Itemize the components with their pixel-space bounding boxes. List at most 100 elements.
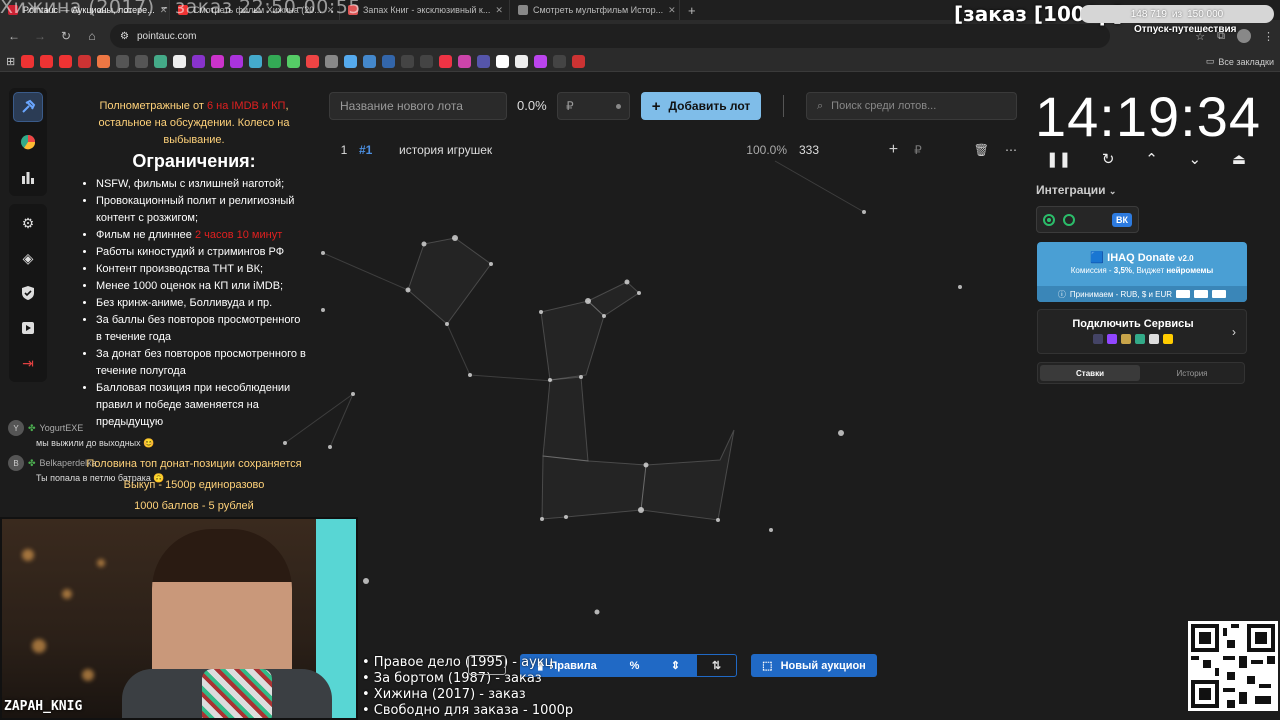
- all-bookmarks[interactable]: ▭ Все закладки: [1206, 56, 1274, 67]
- bookmark-icon[interactable]: [363, 55, 377, 68]
- video-icon[interactable]: [13, 313, 43, 343]
- bookmark-icon[interactable]: [534, 55, 548, 68]
- loop-icon: [1135, 334, 1145, 344]
- lot-row[interactable]: 1 #1 история игрушек 100.0% 333 + ₽ 🗑 ⋯: [329, 137, 1017, 163]
- bookmark-icon[interactable]: [211, 55, 225, 68]
- bookmark-icon[interactable]: [477, 55, 491, 68]
- bookmark-icon[interactable]: [59, 55, 73, 68]
- bar-chart-icon[interactable]: [13, 162, 43, 192]
- patreon-icon: [1121, 334, 1131, 344]
- plus-icon[interactable]: +: [889, 141, 898, 159]
- bookmark-icon[interactable]: [21, 55, 35, 68]
- bookmark-icon[interactable]: [116, 55, 130, 68]
- pause-icon[interactable]: ❚❚: [1046, 150, 1071, 168]
- close-icon[interactable]: ✕: [495, 5, 503, 16]
- forward-icon[interactable]: →: [32, 29, 48, 43]
- split-toggle[interactable]: ⇕: [655, 654, 696, 677]
- tab-books[interactable]: Запах Книг - эксклюзивный к... ✕: [340, 0, 510, 20]
- sort-toggle[interactable]: ⇅: [696, 654, 737, 677]
- tab-history[interactable]: История: [1142, 365, 1242, 381]
- chevron-up-icon[interactable]: ⌃: [1145, 150, 1158, 168]
- connect-services-card[interactable]: Подключить Сервисы ›: [1037, 309, 1247, 354]
- bookmark-icon[interactable]: [515, 55, 529, 68]
- chat-username: YogurtEXE: [39, 423, 84, 433]
- bookmark-icon[interactable]: [382, 55, 396, 68]
- site-info-icon[interactable]: ⚙: [120, 31, 129, 42]
- bookmark-icon[interactable]: [40, 55, 54, 68]
- bookmark-icon[interactable]: [572, 55, 586, 68]
- bookmark-icon[interactable]: [78, 55, 92, 68]
- bookmark-icon[interactable]: [287, 55, 301, 68]
- menu-icon[interactable]: ⋮: [1263, 30, 1274, 43]
- bookmark-icon[interactable]: [97, 55, 111, 68]
- eject-icon[interactable]: ⏏: [1232, 150, 1246, 168]
- logout-icon[interactable]: ⇥: [13, 348, 43, 378]
- back-icon[interactable]: ←: [6, 29, 22, 43]
- lot-name-input[interactable]: Название нового лота: [329, 92, 507, 120]
- tab-bets[interactable]: Ставки: [1040, 365, 1140, 381]
- rules-overlay: Полнометражные от 6 на IMDB и КП, осталь…: [80, 98, 308, 431]
- add-lot-label: Добавить лот: [668, 99, 751, 113]
- vk-icon[interactable]: ВК: [1112, 212, 1132, 227]
- lot-search-input[interactable]: ⌕ Поиск среди лотов...: [806, 92, 1017, 120]
- lot-amount-input[interactable]: ₽: [557, 92, 630, 120]
- new-auction-button[interactable]: ⬚ Новый аукцион: [751, 654, 877, 677]
- chat-message: Y ✤ YogurtEXE мы выжили до выходных 😊: [8, 420, 198, 449]
- bookmark-icon[interactable]: [154, 55, 168, 68]
- lot-percent: 100.0%: [746, 143, 787, 157]
- currency-symbol: ₽: [566, 99, 574, 113]
- close-icon[interactable]: ✕: [668, 5, 676, 16]
- x-icon: [1149, 334, 1159, 344]
- status-idle-icon: [1063, 213, 1075, 226]
- new-tab-button[interactable]: +: [680, 3, 704, 18]
- bets-tabs: Ставки История: [1037, 362, 1245, 384]
- reload-icon[interactable]: ↻: [58, 29, 74, 43]
- more-icon[interactable]: ⋯: [1005, 143, 1017, 157]
- status-active-icon: [1043, 213, 1055, 226]
- bookmark-icon[interactable]: [439, 55, 453, 68]
- flag-icon: 🟦: [1090, 252, 1105, 264]
- chevron-down-icon[interactable]: ⌄: [1189, 150, 1202, 168]
- bookmark-icon[interactable]: [458, 55, 472, 68]
- gavel-icon[interactable]: [13, 92, 43, 122]
- pie-chart-icon[interactable]: [13, 127, 43, 157]
- bookmark-icon[interactable]: [268, 55, 282, 68]
- rule-item: NSFW, фильмы с излишней наготой;: [96, 176, 308, 193]
- bookmark-icon[interactable]: [249, 55, 263, 68]
- layers-icon[interactable]: ◈: [13, 243, 43, 273]
- percent-toggle[interactable]: %: [614, 654, 655, 677]
- integrations-box[interactable]: ВК: [1036, 206, 1139, 233]
- shield-icon[interactable]: [13, 278, 43, 308]
- bookmark-icon[interactable]: [344, 55, 358, 68]
- add-lot-button[interactable]: + Добавить лот: [641, 92, 761, 120]
- rules-list: NSFW, фильмы с излишней наготой; Провока…: [80, 176, 308, 431]
- gear-icon[interactable]: ⚙: [13, 208, 43, 238]
- bookmark-icon[interactable]: [553, 55, 567, 68]
- clover-icon: ✤: [28, 457, 36, 468]
- bookmark-icon[interactable]: [420, 55, 434, 68]
- tab-cartoon[interactable]: Смотреть мультфильм Истор... ✕: [510, 0, 680, 20]
- integrations-header[interactable]: Интеграции ⌄: [1036, 183, 1116, 197]
- bookmark-icon[interactable]: [230, 55, 244, 68]
- rule-item: Провокационный полит и религиозный конте…: [96, 193, 308, 227]
- rules-intro-text: Полнометражные от: [99, 100, 207, 112]
- profile-avatar[interactable]: [1237, 29, 1251, 43]
- trash-icon[interactable]: 🗑: [974, 143, 989, 157]
- restart-icon[interactable]: ↻: [1102, 150, 1115, 168]
- bookmark-icon[interactable]: [192, 55, 206, 68]
- donate-version: v2.0: [1178, 254, 1194, 263]
- bookmark-icon[interactable]: [496, 55, 510, 68]
- bookmark-icon[interactable]: [401, 55, 415, 68]
- lot-currency[interactable]: ₽: [914, 143, 922, 157]
- services-title: Подключить Сервисы: [1072, 318, 1194, 330]
- bookmark-icon[interactable]: [325, 55, 339, 68]
- bookmark-icon[interactable]: [135, 55, 149, 68]
- url-field[interactable]: ⚙ pointauc.com: [110, 24, 1110, 48]
- lot-name[interactable]: история игрушек: [399, 143, 739, 157]
- bookmark-icon[interactable]: [173, 55, 187, 68]
- home-icon[interactable]: ⌂: [84, 29, 100, 43]
- bookmark-icon[interactable]: [306, 55, 320, 68]
- apps-icon[interactable]: ⊞: [6, 55, 15, 68]
- rule-item: За донат без повторов просмотренного в т…: [96, 346, 308, 380]
- donate-banner[interactable]: 🟦 IHAQ Donate v2.0 Комиссия - 3,5%, Видж…: [1037, 242, 1247, 302]
